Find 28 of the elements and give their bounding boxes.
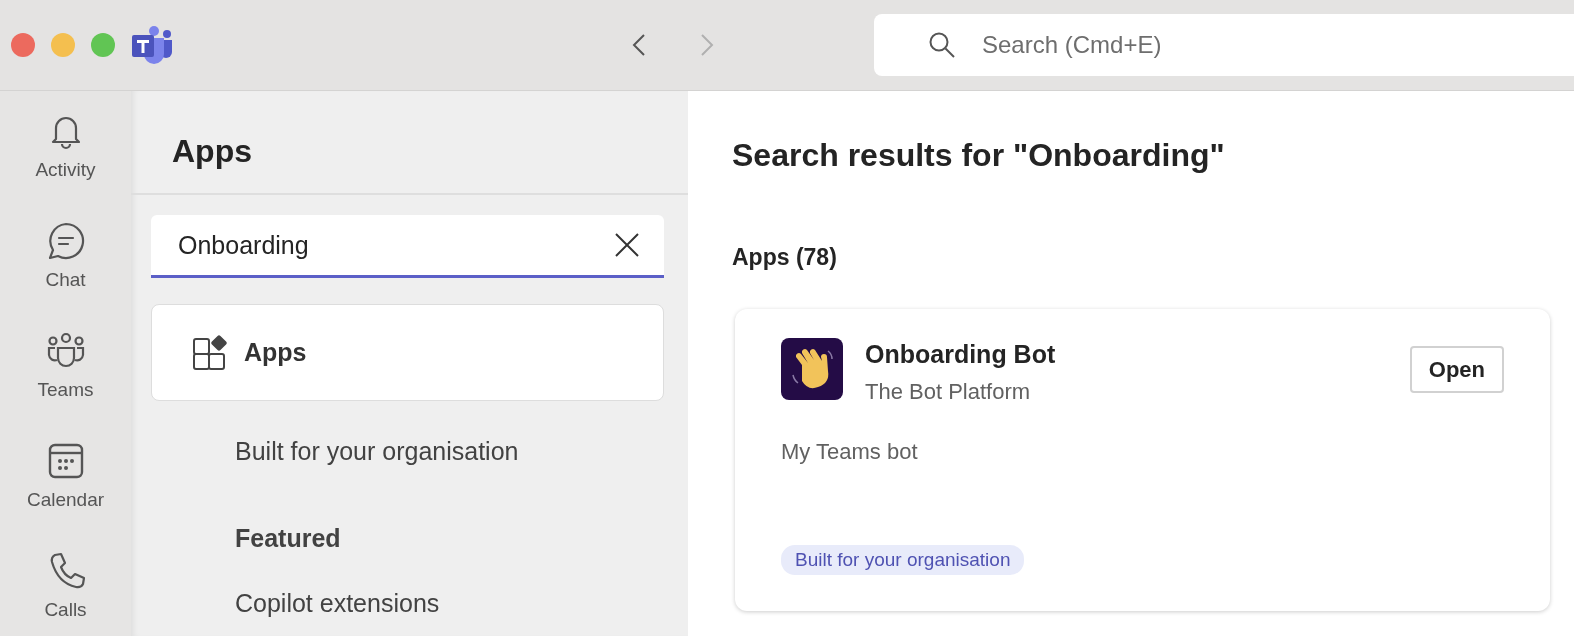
- waving-hand-icon: [781, 338, 843, 400]
- sidebar-item[interactable]: Apps: [151, 304, 664, 401]
- sidebar-item[interactable]: Built for your organisation: [215, 433, 531, 470]
- nav-rail-item[interactable]: Teams: [10, 331, 121, 401]
- search-field[interactable]: Search (Cmd+E): [874, 14, 1574, 76]
- tag: Built for your organisation: [781, 545, 1025, 575]
- window-control-icon[interactable]: [51, 33, 75, 57]
- app-description: My Teams bot: [781, 439, 919, 465]
- search-input[interactable]: Onboarding: [176, 229, 612, 261]
- sidebar-item[interactable]: Copilot extensions: [215, 585, 452, 622]
- app-name: Onboarding Bot: [865, 340, 1056, 369]
- results-title: Search results for "Onboarding": [732, 137, 1226, 174]
- window-control-icon[interactable]: [11, 33, 35, 57]
- section-heading: Featured: [235, 524, 342, 553]
- nav-rail-item[interactable]: Calls: [10, 551, 121, 621]
- nav-rail-item[interactable]: Chat: [10, 221, 121, 291]
- window-control-icon[interactable]: [91, 33, 115, 57]
- open-button[interactable]: Open: [1409, 346, 1504, 393]
- app-card[interactable]: Onboarding Bot The Bot Platform Open My Teams bot Built for your organisation: [735, 309, 1550, 611]
- nav-rail-item[interactable]: Activity: [10, 111, 121, 181]
- section-heading: Apps (78): [732, 244, 838, 271]
- nav-rail-item[interactable]: Calendar: [10, 441, 121, 511]
- search-input[interactable]: Search (Cmd+E): [980, 30, 1384, 60]
- apps-icon: [192, 334, 228, 371]
- app-publisher: The Bot Platform: [865, 379, 1032, 405]
- search-field[interactable]: Onboarding: [151, 215, 664, 278]
- search-icon: [928, 31, 956, 59]
- app-logo-icon: [130, 25, 174, 65]
